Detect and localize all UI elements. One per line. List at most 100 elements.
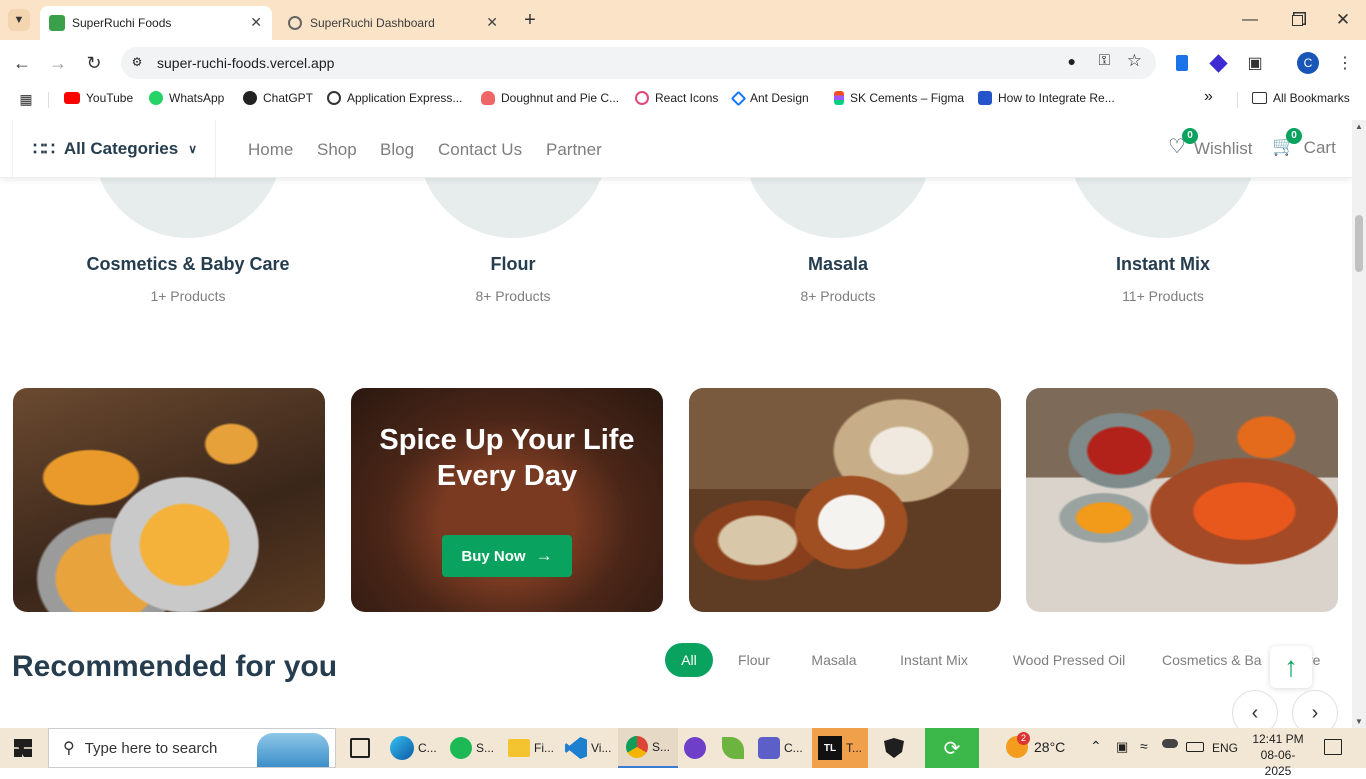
nav-contact-us[interactable]: Contact Us (438, 140, 522, 160)
all-categories-label: All Categories (63, 139, 179, 158)
nav-shop[interactable]: Shop (317, 140, 357, 160)
banner-oil[interactable] (13, 388, 325, 612)
tab-superruchi-dashboard[interactable]: SuperRuchi Dashboard ✕ (278, 6, 508, 40)
buy-now-button[interactable]: Buy Now → (442, 535, 572, 577)
close-tab-icon[interactable]: ✕ (250, 14, 262, 31)
taskbar-app-tl[interactable]: TL T... (812, 728, 869, 768)
forward-arrow-icon[interactable]: → (46, 51, 70, 75)
windows-start-icon[interactable] (14, 739, 32, 757)
restore-window-icon[interactable] (1285, 8, 1309, 32)
bookmark-react-icons[interactable]: React Icons (635, 91, 718, 105)
browser-menu-icon[interactable]: ⋮ (1334, 52, 1356, 74)
clock-date: 08-06-2025 (1260, 748, 1296, 778)
close-tab-icon[interactable]: ✕ (486, 14, 498, 31)
weather-widget[interactable]: 2 28°C (1006, 732, 1065, 758)
promo-title-line2: Every Day (436, 460, 578, 492)
profile-avatar[interactable]: C (1297, 52, 1319, 74)
taskbar-app-github[interactable] (684, 734, 710, 762)
site-info-icon[interactable]: ⚙ (129, 55, 145, 71)
chevron-down-icon: ∨ (188, 142, 198, 156)
taskbar-app-teams[interactable]: C... (758, 734, 803, 762)
clock[interactable]: 12:41 PM 08-06-2025 (1250, 731, 1306, 779)
cart-button[interactable]: 🛒 0 Cart (1272, 128, 1336, 158)
carousel-next-button[interactable]: › (1292, 690, 1338, 728)
tab-search-chevron-icon[interactable]: ▼ (8, 9, 30, 31)
taskbar-search-box[interactable]: ⚲ Type here to search (48, 728, 336, 768)
chevron-right-icon: › (1311, 701, 1319, 724)
close-window-icon[interactable]: ✕ (1331, 8, 1355, 32)
teams-icon (758, 737, 780, 759)
category-name[interactable]: Flour (383, 254, 643, 275)
tray-battery-icon[interactable] (1186, 742, 1204, 752)
wishlist-button[interactable]: ♡ 0 Wishlist (1168, 128, 1253, 159)
category-name[interactable]: Instant Mix (1033, 254, 1293, 275)
bookmark-figma[interactable]: SK Cements – Figma (834, 91, 964, 105)
filter-all[interactable]: All (665, 643, 713, 677)
extension-clipboard-icon[interactable] (1172, 53, 1192, 73)
filter-masala[interactable]: Masala (800, 643, 868, 677)
security-shield-icon[interactable] (884, 738, 904, 758)
banner-spices[interactable] (1026, 388, 1338, 612)
tray-chevron-up-icon[interactable]: ⌃ (1090, 738, 1102, 755)
new-tab-plus-icon[interactable]: + (518, 8, 542, 32)
nav-home[interactable]: Home (248, 140, 293, 160)
filter-flour[interactable]: Flour (728, 643, 780, 677)
taskbar-app-chrome[interactable]: S... (618, 728, 679, 768)
tab-superruchi-foods[interactable]: SuperRuchi Foods ✕ (40, 6, 272, 40)
sync-app-icon[interactable]: ⟳ (925, 728, 979, 768)
nav-partner[interactable]: Partner (546, 140, 602, 160)
tray-webcam-icon[interactable]: ▣ (1116, 739, 1128, 755)
bookmark-ant-design[interactable]: Ant Design (730, 90, 809, 106)
category-name[interactable]: Masala (708, 254, 968, 275)
chatgpt-icon (243, 91, 257, 105)
scroll-to-top-button[interactable]: ↑ (1270, 646, 1312, 688)
nav-blog[interactable]: Blog (380, 140, 414, 160)
buy-now-label: Buy Now (461, 547, 526, 565)
banner-flour[interactable] (689, 388, 1001, 612)
recommended-heading: Recommended for you (12, 650, 338, 683)
password-key-icon[interactable]: ⚿ (1099, 52, 1110, 69)
back-arrow-icon[interactable]: ← (10, 51, 34, 75)
tray-language[interactable]: ENG (1212, 741, 1238, 755)
bookmark-youtube[interactable]: YouTube (64, 91, 133, 105)
bookmark-star-icon[interactable]: ☆ (1127, 51, 1142, 71)
taskbar-app-file-explorer[interactable]: Fi... (508, 734, 554, 762)
location-pin-icon[interactable]: ● (1068, 53, 1076, 69)
filter-cosmetics[interactable]: Cosmetics & Ba (1162, 643, 1266, 677)
vscode-icon (565, 737, 587, 759)
scroll-up-arrow-icon[interactable]: ▲ (1355, 122, 1363, 131)
all-categories-button[interactable]: ∷∷ All Categories ∨ (12, 120, 216, 178)
bookmark-whatsapp[interactable]: WhatsApp (149, 91, 224, 105)
tray-wifi-icon[interactable]: ≈ (1140, 738, 1148, 754)
arrow-up-icon: ↑ (1284, 651, 1298, 682)
tab-title: SuperRuchi Foods (72, 16, 172, 30)
extensions-puzzle-icon[interactable]: ▣ (1244, 52, 1266, 74)
minimize-window-icon[interactable]: — (1238, 8, 1262, 32)
bookmark-application-express[interactable]: Application Express... (327, 91, 462, 105)
extension-diamond-icon[interactable] (1208, 53, 1228, 73)
scroll-down-arrow-icon[interactable]: ▼ (1355, 717, 1363, 726)
folder-icon (1252, 92, 1267, 104)
address-bar[interactable]: ⚙ super-ruchi-foods.vercel.app ● ⚿ ☆ (121, 47, 1156, 79)
task-view-icon[interactable] (350, 738, 370, 758)
scrollbar-thumb[interactable] (1355, 215, 1363, 272)
category-name[interactable]: Cosmetics & Baby Care (58, 254, 318, 275)
category-count: 8+ Products (800, 288, 876, 304)
all-bookmarks[interactable]: All Bookmarks (1252, 91, 1350, 105)
taskbar-app-vscode[interactable]: Vi... (565, 734, 611, 762)
taskbar-app-leaf[interactable] (722, 734, 748, 762)
filter-wood-pressed-oil[interactable]: Wood Pressed Oil (1000, 643, 1138, 677)
bookmark-chatgpt[interactable]: ChatGPT (243, 91, 313, 105)
notification-center-icon[interactable] (1324, 739, 1342, 755)
bookmark-doughnut-pie[interactable]: Doughnut and Pie C... (481, 91, 619, 105)
apps-grid-icon[interactable]: ▦ (18, 91, 34, 107)
reload-icon[interactable]: ↻ (82, 51, 106, 75)
taskbar-app-spotify[interactable]: S... (450, 734, 494, 762)
bookmark-how-to-integrate[interactable]: How to Integrate Re... (978, 91, 1115, 105)
carousel-prev-button[interactable]: ‹ (1232, 690, 1278, 728)
taskbar-app-edge[interactable]: C... (390, 734, 437, 762)
page-scrollbar[interactable]: ▲ ▼ (1352, 120, 1366, 728)
tray-onedrive-icon[interactable] (1162, 739, 1178, 748)
filter-instant-mix[interactable]: Instant Mix (888, 643, 980, 677)
more-bookmarks-icon[interactable]: » (1204, 88, 1213, 106)
